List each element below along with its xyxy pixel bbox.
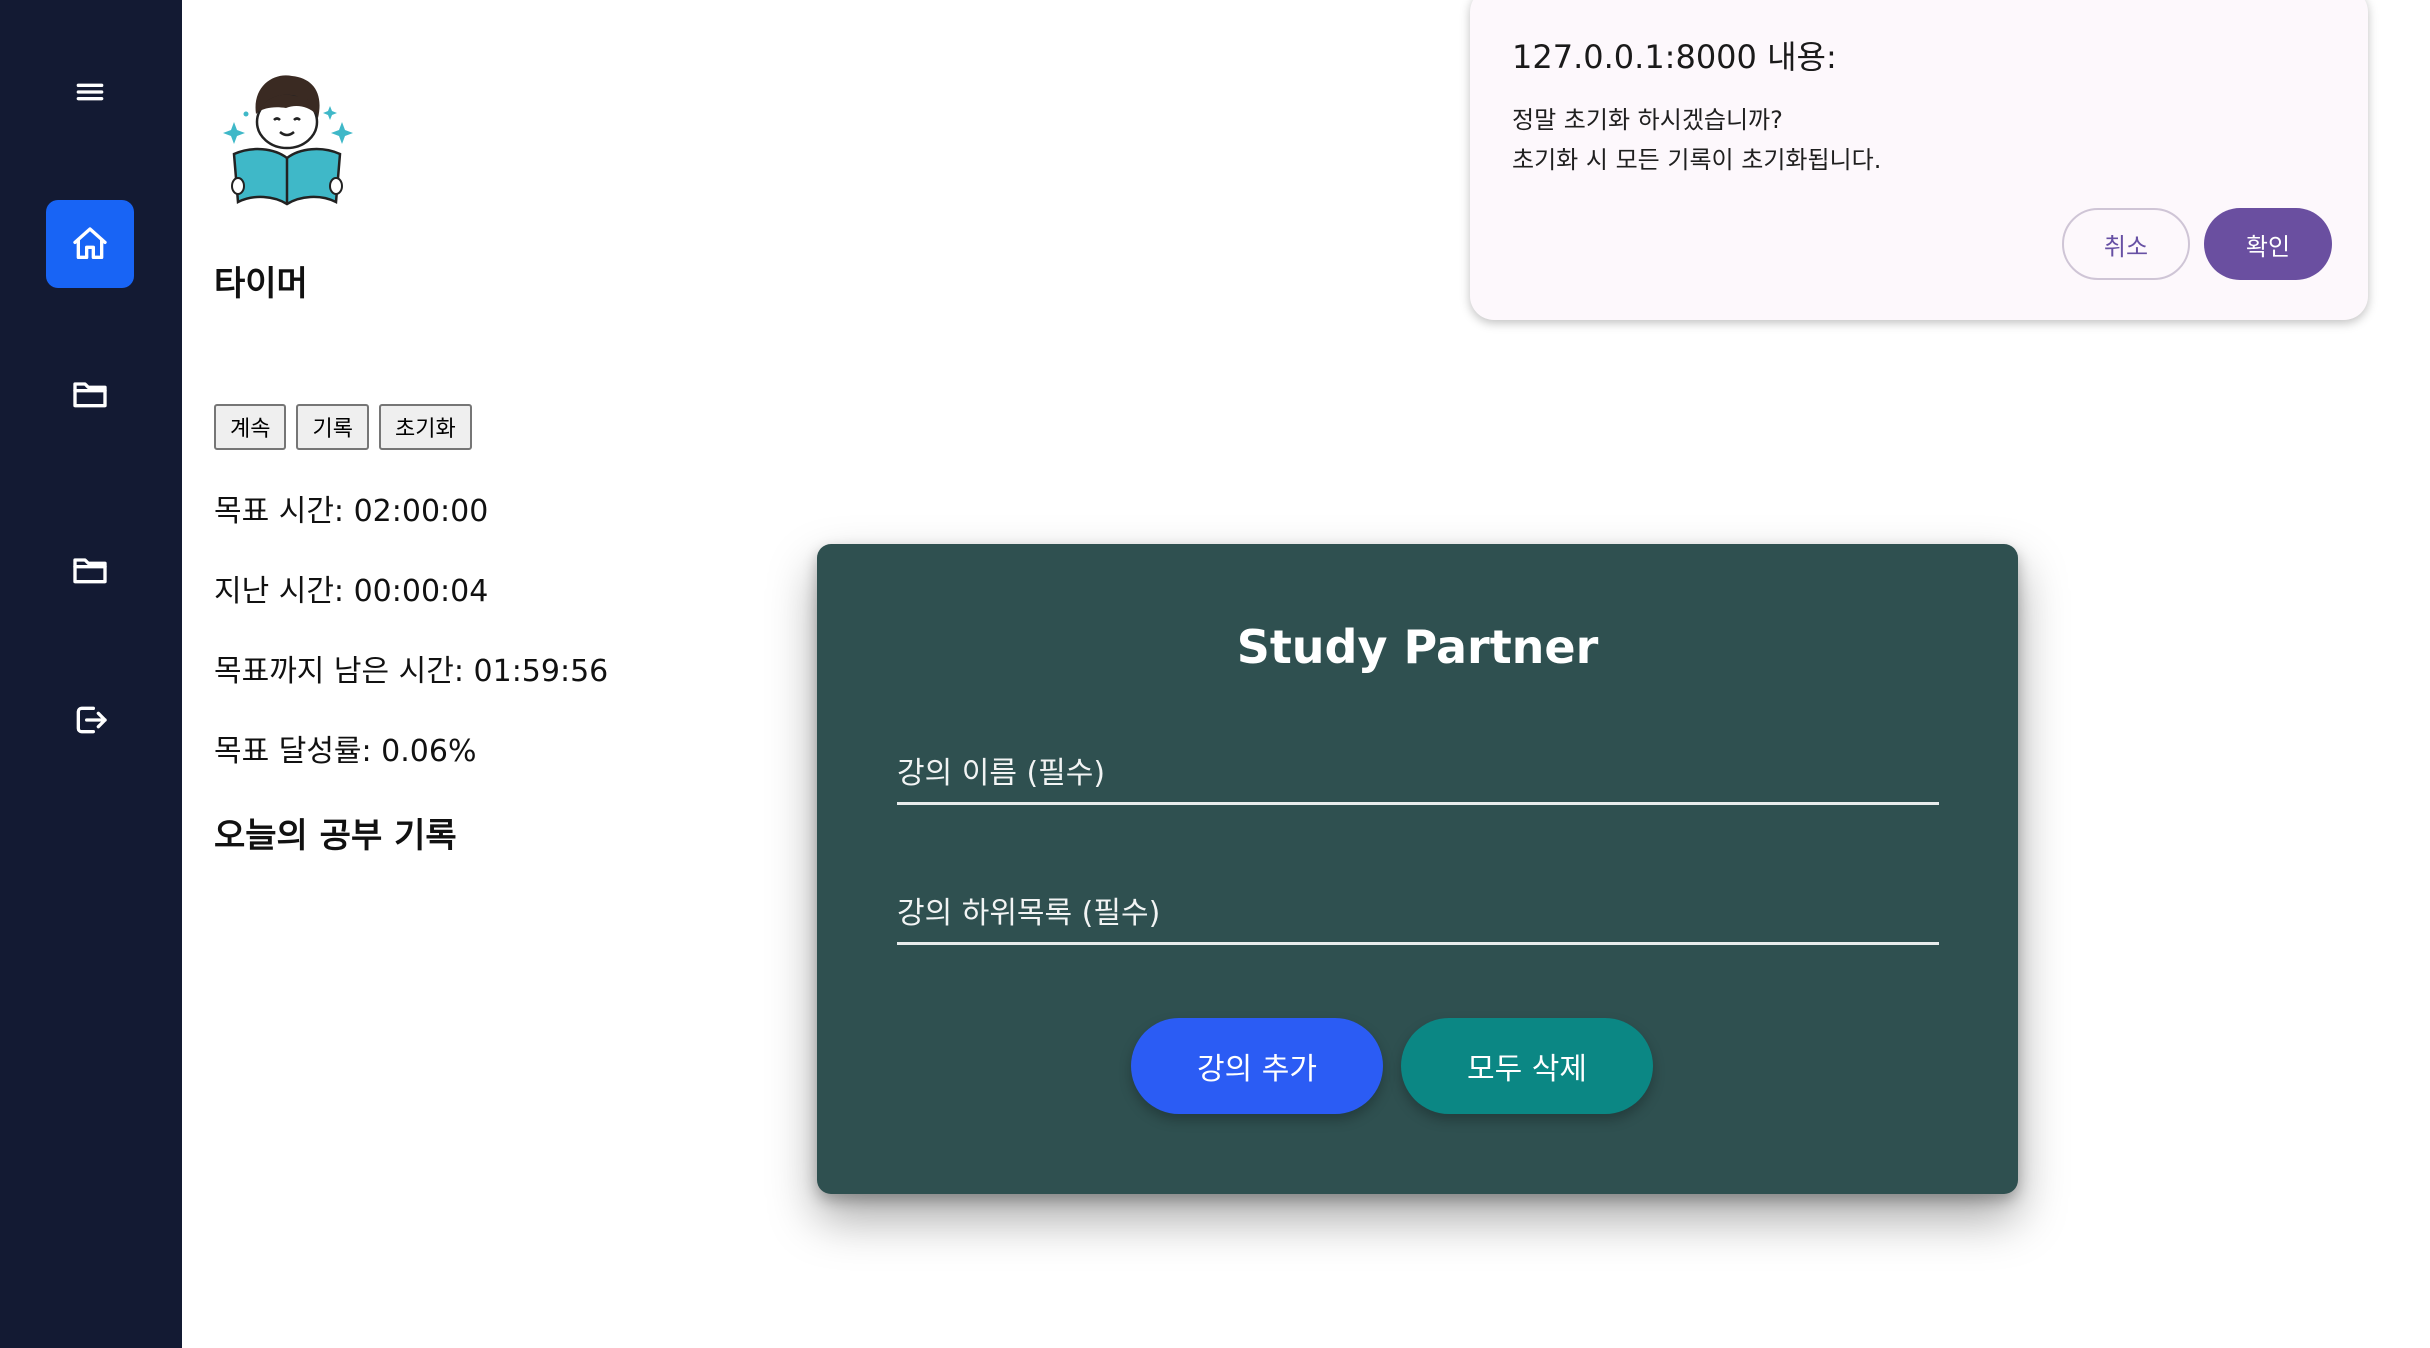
sidebar bbox=[0, 0, 182, 1348]
target-time-text: 목표 시간: 02:00:00 bbox=[214, 494, 489, 529]
continue-button[interactable]: 계속 bbox=[214, 404, 287, 450]
lecture-sub-input[interactable] bbox=[897, 884, 1939, 942]
delete-all-button[interactable]: 모두 삭제 bbox=[1401, 1018, 1653, 1114]
reset-button[interactable]: 초기화 bbox=[378, 404, 472, 450]
logout-icon bbox=[76, 706, 107, 734]
lecture-name-field bbox=[897, 744, 1939, 805]
lecture-sub-field bbox=[897, 884, 1939, 945]
home-icon bbox=[73, 227, 107, 259]
study-partner-modal: Study Partner 강의 추가 모두 삭제 bbox=[817, 544, 2018, 1194]
lecture-name-input[interactable] bbox=[897, 744, 1939, 802]
dialog-cancel-button[interactable]: 취소 bbox=[2062, 208, 2190, 280]
dialog-confirm-button[interactable]: 확인 bbox=[2204, 208, 2332, 280]
nav-home-button[interactable] bbox=[46, 200, 134, 288]
confirm-dialog: 127.0.0.1:8000 내용: 정말 초기화 하시겠습니까? 초기화 시 … bbox=[1470, 0, 2368, 320]
logout-button[interactable] bbox=[46, 676, 134, 764]
remaining-time-text: 목표까지 남은 시간: 01:59:56 bbox=[214, 654, 609, 689]
page-title: 타이머 bbox=[214, 264, 308, 304]
menu-icon bbox=[76, 83, 104, 101]
reading-boy-avatar bbox=[223, 75, 353, 206]
dialog-message-line2: 초기화 시 모든 기록이 초기화됩니다. bbox=[1512, 146, 1882, 174]
folder-icon bbox=[73, 382, 107, 408]
today-record-title: 오늘의 공부 기록 bbox=[214, 816, 457, 856]
modal-title: Study Partner bbox=[1236, 620, 1599, 674]
dialog-message-line1: 정말 초기화 하시겠습니까? bbox=[1512, 106, 1783, 134]
dialog-title: 127.0.0.1:8000 내용: bbox=[1512, 38, 1837, 76]
achievement-rate-text: 목표 달성률: 0.06% bbox=[214, 734, 477, 769]
nav-folder-button[interactable] bbox=[46, 350, 134, 438]
folder-icon bbox=[73, 558, 107, 584]
elapsed-time-text: 지난 시간: 00:00:04 bbox=[214, 574, 489, 609]
nav-folder-button-2[interactable] bbox=[46, 526, 134, 614]
timer-controls: 계속 기록 초기화 bbox=[214, 404, 472, 450]
add-lecture-button[interactable]: 강의 추가 bbox=[1131, 1018, 1383, 1114]
menu-button[interactable] bbox=[46, 48, 134, 136]
record-button[interactable]: 기록 bbox=[296, 404, 369, 450]
